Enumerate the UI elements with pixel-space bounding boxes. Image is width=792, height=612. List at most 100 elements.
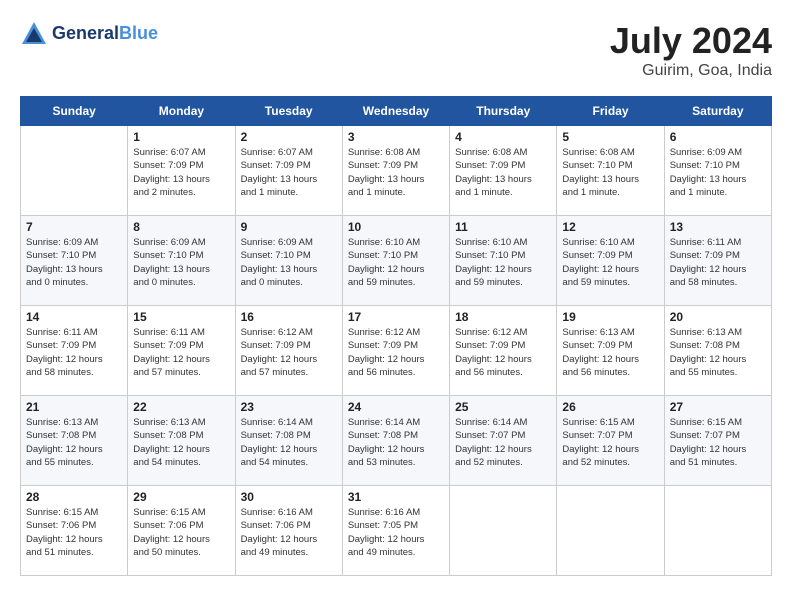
- day-number: 23: [241, 400, 337, 414]
- calendar-table: SundayMondayTuesdayWednesdayThursdayFrid…: [20, 96, 772, 576]
- day-number: 25: [455, 400, 551, 414]
- day-info: Sunrise: 6:09 AMSunset: 7:10 PMDaylight:…: [670, 146, 766, 199]
- calendar-day-cell: 29 Sunrise: 6:15 AMSunset: 7:06 PMDayligh…: [128, 486, 235, 576]
- month-title: July 2024: [610, 20, 772, 62]
- logo: GeneralBlue: [20, 20, 158, 48]
- weekday-header-cell: Thursday: [450, 97, 557, 126]
- day-info: Sunrise: 6:14 AMSunset: 7:08 PMDaylight:…: [241, 416, 337, 469]
- logo-text: GeneralBlue: [52, 24, 158, 44]
- calendar-day-cell: 31 Sunrise: 6:16 AMSunset: 7:05 PMDayligh…: [342, 486, 449, 576]
- day-info: Sunrise: 6:07 AMSunset: 7:09 PMDaylight:…: [241, 146, 337, 199]
- day-info: Sunrise: 6:08 AMSunset: 7:09 PMDaylight:…: [348, 146, 444, 199]
- calendar-day-cell: 15Sunrise: 6:11 AMSunset: 7:09 PMDayligh…: [128, 306, 235, 396]
- calendar-day-cell: 30 Sunrise: 6:16 AMSunset: 7:06 PMDayligh…: [235, 486, 342, 576]
- calendar-day-cell: 7Sunrise: 6:09 AMSunset: 7:10 PMDaylight…: [21, 216, 128, 306]
- day-number: 17: [348, 310, 444, 324]
- day-number: 13: [670, 220, 766, 234]
- weekday-header-cell: Friday: [557, 97, 664, 126]
- day-number: 14: [26, 310, 122, 324]
- day-info: Sunrise: 6:12 AMSunset: 7:09 PMDaylight:…: [455, 326, 551, 379]
- day-number: 10: [348, 220, 444, 234]
- calendar-day-cell: 13Sunrise: 6:11 AMSunset: 7:09 PMDayligh…: [664, 216, 771, 306]
- day-number: 31: [348, 490, 444, 504]
- calendar-day-cell: 8 Sunrise: 6:09 AMSunset: 7:10 PMDaylight…: [128, 216, 235, 306]
- weekday-header-cell: Monday: [128, 97, 235, 126]
- day-info: Sunrise: 6:12 AMSunset: 7:09 PMDaylight:…: [348, 326, 444, 379]
- weekday-header-cell: Saturday: [664, 97, 771, 126]
- day-number: 11: [455, 220, 551, 234]
- day-info: Sunrise: 6:16 AMSunset: 7:06 PMDaylight:…: [241, 506, 337, 559]
- calendar-week-row: 28 Sunrise: 6:15 AMSunset: 7:06 PMDayligh…: [21, 486, 772, 576]
- calendar-day-cell: 4Sunrise: 6:08 AMSunset: 7:09 PMDaylight…: [450, 126, 557, 216]
- weekday-header-row: SundayMondayTuesdayWednesdayThursdayFrid…: [21, 97, 772, 126]
- calendar-day-cell: 21 Sunrise: 6:13 AMSunset: 7:08 PMDayligh…: [21, 396, 128, 486]
- day-info: Sunrise: 6:15 AMSunset: 7:07 PMDaylight:…: [670, 416, 766, 469]
- day-number: 2: [241, 130, 337, 144]
- day-number: 30: [241, 490, 337, 504]
- day-number: 16: [241, 310, 337, 324]
- day-number: 21: [26, 400, 122, 414]
- day-info: Sunrise: 6:15 AMSunset: 7:06 PMDaylight:…: [26, 506, 122, 559]
- calendar-day-cell: 6 Sunrise: 6:09 AMSunset: 7:10 PMDaylight…: [664, 126, 771, 216]
- day-info: Sunrise: 6:13 AMSunset: 7:08 PMDaylight:…: [26, 416, 122, 469]
- day-info: Sunrise: 6:07 AMSunset: 7:09 PMDaylight:…: [133, 146, 229, 199]
- calendar-day-cell: 3 Sunrise: 6:08 AMSunset: 7:09 PMDaylight…: [342, 126, 449, 216]
- day-info: Sunrise: 6:15 AMSunset: 7:07 PMDaylight:…: [562, 416, 658, 469]
- day-info: Sunrise: 6:13 AMSunset: 7:08 PMDaylight:…: [133, 416, 229, 469]
- day-number: 6: [670, 130, 766, 144]
- calendar-day-cell: [450, 486, 557, 576]
- calendar-day-cell: 26Sunrise: 6:15 AMSunset: 7:07 PMDayligh…: [557, 396, 664, 486]
- calendar-week-row: 14Sunrise: 6:11 AMSunset: 7:09 PMDayligh…: [21, 306, 772, 396]
- day-info: Sunrise: 6:09 AMSunset: 7:10 PMDaylight:…: [133, 236, 229, 289]
- calendar-day-cell: 23 Sunrise: 6:14 AMSunset: 7:08 PMDayligh…: [235, 396, 342, 486]
- title-area: July 2024 Guirim, Goa, India: [610, 20, 772, 80]
- weekday-header-cell: Wednesday: [342, 97, 449, 126]
- day-info: Sunrise: 6:15 AMSunset: 7:06 PMDaylight:…: [133, 506, 229, 559]
- day-number: 12: [562, 220, 658, 234]
- day-number: 18: [455, 310, 551, 324]
- page-header: GeneralBlue July 2024 Guirim, Goa, India: [20, 20, 772, 80]
- logo-icon: [20, 20, 48, 48]
- day-info: Sunrise: 6:14 AMSunset: 7:07 PMDaylight:…: [455, 416, 551, 469]
- calendar-day-cell: 5Sunrise: 6:08 AMSunset: 7:10 PMDaylight…: [557, 126, 664, 216]
- day-number: 9: [241, 220, 337, 234]
- day-number: 29: [133, 490, 229, 504]
- day-number: 20: [670, 310, 766, 324]
- day-info: Sunrise: 6:13 AMSunset: 7:09 PMDaylight:…: [562, 326, 658, 379]
- calendar-day-cell: 12Sunrise: 6:10 AMSunset: 7:09 PMDayligh…: [557, 216, 664, 306]
- calendar-day-cell: 14Sunrise: 6:11 AMSunset: 7:09 PMDayligh…: [21, 306, 128, 396]
- calendar-week-row: 1 Sunrise: 6:07 AMSunset: 7:09 PMDaylight…: [21, 126, 772, 216]
- day-info: Sunrise: 6:13 AMSunset: 7:08 PMDaylight:…: [670, 326, 766, 379]
- day-number: 1: [133, 130, 229, 144]
- day-info: Sunrise: 6:09 AMSunset: 7:10 PMDaylight:…: [241, 236, 337, 289]
- day-info: Sunrise: 6:12 AMSunset: 7:09 PMDaylight:…: [241, 326, 337, 379]
- day-number: 22: [133, 400, 229, 414]
- day-info: Sunrise: 6:16 AMSunset: 7:05 PMDaylight:…: [348, 506, 444, 559]
- calendar-week-row: 7Sunrise: 6:09 AMSunset: 7:10 PMDaylight…: [21, 216, 772, 306]
- weekday-header-cell: Tuesday: [235, 97, 342, 126]
- calendar-day-cell: 22 Sunrise: 6:13 AMSunset: 7:08 PMDayligh…: [128, 396, 235, 486]
- calendar-day-cell: [557, 486, 664, 576]
- day-number: 28: [26, 490, 122, 504]
- day-number: 19: [562, 310, 658, 324]
- calendar-day-cell: 20 Sunrise: 6:13 AMSunset: 7:08 PMDayligh…: [664, 306, 771, 396]
- calendar-day-cell: 11 Sunrise: 6:10 AMSunset: 7:10 PMDayligh…: [450, 216, 557, 306]
- day-info: Sunrise: 6:10 AMSunset: 7:10 PMDaylight:…: [455, 236, 551, 289]
- calendar-day-cell: 2 Sunrise: 6:07 AMSunset: 7:09 PMDaylight…: [235, 126, 342, 216]
- calendar-day-cell: 18 Sunrise: 6:12 AMSunset: 7:09 PMDayligh…: [450, 306, 557, 396]
- day-number: 3: [348, 130, 444, 144]
- location-title: Guirim, Goa, India: [610, 62, 772, 80]
- day-info: Sunrise: 6:08 AMSunset: 7:10 PMDaylight:…: [562, 146, 658, 199]
- day-number: 4: [455, 130, 551, 144]
- day-info: Sunrise: 6:14 AMSunset: 7:08 PMDaylight:…: [348, 416, 444, 469]
- calendar-day-cell: [664, 486, 771, 576]
- day-number: 8: [133, 220, 229, 234]
- calendar-day-cell: [21, 126, 128, 216]
- calendar-day-cell: 27Sunrise: 6:15 AMSunset: 7:07 PMDayligh…: [664, 396, 771, 486]
- day-number: 24: [348, 400, 444, 414]
- calendar-body: 1 Sunrise: 6:07 AMSunset: 7:09 PMDaylight…: [21, 126, 772, 576]
- calendar-day-cell: 28 Sunrise: 6:15 AMSunset: 7:06 PMDayligh…: [21, 486, 128, 576]
- day-number: 15: [133, 310, 229, 324]
- calendar-day-cell: 25 Sunrise: 6:14 AMSunset: 7:07 PMDayligh…: [450, 396, 557, 486]
- calendar-day-cell: 9 Sunrise: 6:09 AMSunset: 7:10 PMDaylight…: [235, 216, 342, 306]
